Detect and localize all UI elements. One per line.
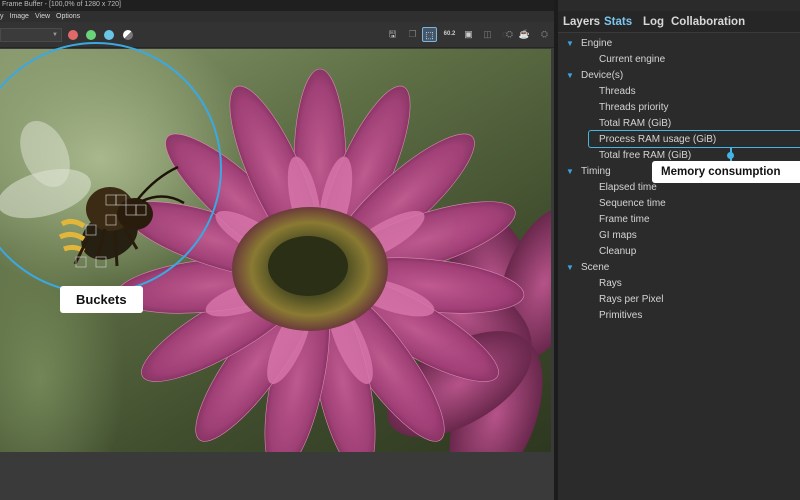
teapot-icon[interactable]: ⛭ (502, 27, 517, 42)
process-ram-highlight (588, 130, 800, 148)
memory-consumption-callout: Memory consumption (652, 161, 800, 183)
menu-item-image[interactable]: Image (10, 11, 29, 22)
panel-tabs: Layers Stats Log Collaboration (558, 11, 800, 33)
tree-item[interactable]: Rays per Pixel (599, 292, 663, 308)
tree-group-scene[interactable]: ▼ Scene (566, 260, 609, 276)
display-icon[interactable]: ▣ (461, 27, 476, 42)
tree-item[interactable]: Frame time (599, 212, 650, 228)
menu-bar: y Image View Options (0, 11, 558, 22)
tab-stats[interactable]: Stats (604, 11, 632, 33)
callout-connector-dot (727, 152, 734, 159)
tree-item[interactable]: Threads priority (599, 100, 668, 116)
menu-item-options[interactable]: Options (56, 11, 80, 22)
gi-icon[interactable]: 60.2 (442, 27, 457, 42)
channel-select[interactable]: ▼ (0, 28, 62, 42)
window-title: Frame Buffer - [100,0% of 1280 x 720] (0, 0, 558, 11)
chevron-down-icon[interactable]: ▼ (566, 164, 581, 180)
chevron-down-icon: ▼ (52, 32, 58, 38)
save-icon[interactable]: 🖫 (385, 27, 400, 42)
buckets-callout: Buckets (60, 286, 143, 313)
teapot-stop-icon[interactable]: ⛭ (537, 27, 552, 42)
teapot-render-icon[interactable]: ☕ (517, 27, 532, 42)
region-select-icon[interactable]: ⬚ (422, 27, 437, 42)
chevron-down-icon[interactable]: ▼ (566, 68, 581, 84)
tree-item[interactable]: GI maps (599, 228, 637, 244)
tree-item[interactable]: Cleanup (599, 244, 636, 260)
compare-icon[interactable]: ◫ (480, 27, 495, 42)
tree-group-engine[interactable]: ▼ Engine (566, 36, 612, 52)
stats-panel: Layers Stats Log Collaboration ▼ Engine C… (558, 0, 800, 500)
copy-icon[interactable]: ❐ (405, 27, 420, 42)
tree-item[interactable]: Threads (599, 84, 636, 100)
green-channel-icon[interactable] (86, 30, 96, 40)
tab-collaboration[interactable]: Collaboration (671, 11, 745, 33)
tab-layers[interactable]: Layers (563, 11, 600, 33)
tree-group-devices[interactable]: ▼ Device(s) (566, 68, 623, 84)
tree-item[interactable]: Primitives (599, 308, 642, 324)
chevron-down-icon[interactable]: ▼ (566, 260, 581, 276)
tree-item[interactable]: Sequence time (599, 196, 666, 212)
red-channel-icon[interactable] (68, 30, 78, 40)
menu-item-view[interactable]: View (35, 11, 50, 22)
blue-channel-icon[interactable] (104, 30, 114, 40)
menu-item-render[interactable]: y (0, 11, 4, 22)
tree-group-timing[interactable]: ▼ Timing (566, 164, 611, 180)
alpha-channel-icon[interactable] (123, 30, 133, 40)
tree-item[interactable]: Elapsed time (599, 180, 657, 196)
tab-log[interactable]: Log (643, 11, 664, 33)
tree-item[interactable]: Rays (599, 276, 622, 292)
frame-buffer-window: Frame Buffer - [100,0% of 1280 x 720] y … (0, 0, 800, 500)
tree-item[interactable]: Current engine (599, 52, 665, 68)
chevron-down-icon[interactable]: ▼ (566, 36, 581, 52)
